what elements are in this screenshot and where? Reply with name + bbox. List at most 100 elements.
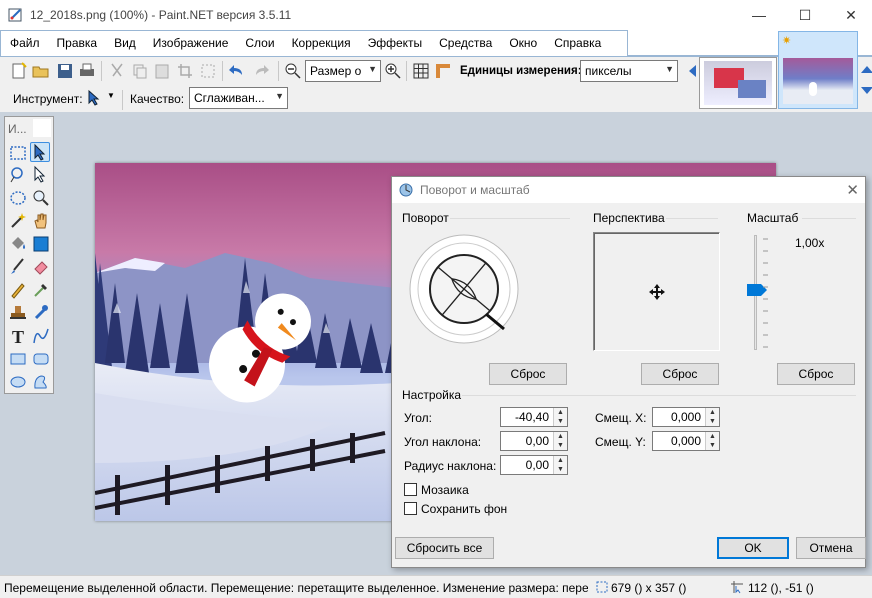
- divider: [802, 218, 856, 219]
- zoom-tool-icon[interactable]: [31, 188, 51, 208]
- offset-y-spinner-icon[interactable]: ▲ ▼: [705, 432, 719, 450]
- paint-bucket-tool-icon[interactable]: [8, 234, 28, 254]
- gradient-tool-icon[interactable]: [31, 234, 51, 254]
- offset-y-input[interactable]: 0,000 ▲ ▼: [652, 431, 720, 451]
- rectangle-tool-icon[interactable]: [8, 349, 28, 369]
- rulers-icon[interactable]: [434, 62, 452, 80]
- tile-label: Мозаика: [421, 483, 469, 497]
- radius-spinner-icon[interactable]: ▲ ▼: [553, 456, 567, 474]
- selection-size-icon: [596, 581, 608, 593]
- units-combo[interactable]: пикселы ▼: [580, 60, 678, 82]
- print-icon[interactable]: [78, 62, 96, 80]
- menu-edit[interactable]: Правка: [48, 31, 106, 50]
- scroll-down-icon[interactable]: [858, 80, 872, 98]
- status-message: Перемещение выделенной области. Перемеще…: [4, 581, 588, 595]
- tilt-angle-value: 0,00: [525, 434, 549, 448]
- menu-layers[interactable]: Слои: [236, 31, 282, 50]
- rotation-dial[interactable]: [408, 233, 520, 345]
- move-arrows-icon: [649, 284, 665, 300]
- menu-view[interactable]: Вид: [105, 31, 144, 50]
- minimize-button[interactable]: —: [736, 0, 782, 30]
- reset-all-button[interactable]: Сбросить все: [395, 537, 494, 559]
- toolbar-separator: [406, 61, 407, 81]
- move-selected-tool-icon[interactable]: [31, 165, 51, 185]
- tilt-radius-input[interactable]: 0,00 ▲ ▼: [500, 455, 568, 475]
- save-icon[interactable]: [56, 62, 74, 80]
- paintnet-app-icon: [8, 8, 22, 22]
- zoom-combo[interactable]: Размер о ▼: [305, 60, 381, 82]
- maximize-button[interactable]: ☐: [782, 0, 828, 30]
- quality-combo[interactable]: Сглаживан... ▼: [189, 87, 288, 109]
- offset-x-spinner-icon[interactable]: ▲ ▼: [705, 408, 719, 426]
- menu-help[interactable]: Справка: [545, 31, 609, 50]
- menu-image[interactable]: Изображение: [144, 31, 237, 50]
- reset-rotation-button[interactable]: Сброс: [489, 363, 567, 385]
- recolor-tool-icon[interactable]: [31, 303, 51, 323]
- rounded-rectangle-tool-icon[interactable]: [31, 349, 51, 369]
- open-folder-icon[interactable]: [32, 62, 50, 80]
- angle-spinner-icon[interactable]: ▲ ▼: [553, 408, 567, 426]
- text-tool-icon[interactable]: T: [8, 326, 28, 346]
- ellipse-select-tool-icon[interactable]: [8, 188, 28, 208]
- deselect-icon[interactable]: [199, 62, 217, 80]
- freeform-shape-tool-icon[interactable]: [31, 372, 51, 392]
- keep-background-checkbox[interactable]: [404, 502, 417, 515]
- eraser-tool-icon[interactable]: [31, 257, 51, 277]
- cut-icon[interactable]: [108, 62, 126, 80]
- cancel-button[interactable]: Отмена: [796, 537, 866, 559]
- move-selection-tool-icon[interactable]: [86, 89, 104, 107]
- pan-tool-icon[interactable]: [31, 211, 51, 231]
- lasso-select-tool-icon[interactable]: [8, 165, 28, 185]
- clone-stamp-tool-icon[interactable]: [8, 303, 28, 323]
- ellipse-tool-icon[interactable]: [8, 372, 28, 392]
- color-picker-tool-icon[interactable]: [31, 280, 51, 300]
- chevron-down-icon: ▼: [275, 91, 284, 101]
- tile-checkbox[interactable]: [404, 483, 417, 496]
- menu-effects[interactable]: Эффекты: [359, 31, 431, 50]
- reset-perspective-button[interactable]: Сброс: [641, 363, 719, 385]
- offset-x-input[interactable]: 0,000 ▲ ▼: [652, 407, 720, 427]
- zoom-out-icon[interactable]: [284, 62, 302, 80]
- dialog-title: Поворот и масштаб: [420, 183, 530, 197]
- zoom-in-icon[interactable]: [384, 62, 402, 80]
- tools-window-title: И...: [8, 122, 27, 136]
- menu-bar: Файл Правка Вид Изображение Слои Коррекция Эфф…: [0, 30, 628, 56]
- toolbar-separator: [278, 61, 279, 81]
- chevron-down-icon[interactable]: ▼: [107, 91, 115, 100]
- new-file-icon[interactable]: [10, 62, 28, 80]
- perspective-header: Перспектива: [593, 211, 665, 225]
- ok-button[interactable]: OK: [717, 537, 789, 559]
- crop-icon[interactable]: [176, 62, 194, 80]
- dialog-close-icon[interactable]: ✕: [846, 181, 859, 199]
- image-thumbnail-active[interactable]: ✷: [778, 31, 858, 109]
- grid-icon[interactable]: [412, 62, 430, 80]
- undo-icon[interactable]: [228, 62, 246, 80]
- tilt-spinner-icon[interactable]: ▲ ▼: [553, 432, 567, 450]
- scroll-up-icon[interactable]: [858, 62, 872, 80]
- menu-utilities[interactable]: Средства: [430, 31, 500, 50]
- toolbar-separator: [222, 61, 223, 81]
- redo-icon[interactable]: [252, 62, 270, 80]
- menu-adjustments[interactable]: Коррекция: [283, 31, 359, 50]
- copy-icon[interactable]: [131, 62, 149, 80]
- paintbrush-tool-icon[interactable]: [8, 257, 28, 277]
- tilt-angle-input[interactable]: 0,00 ▲ ▼: [500, 431, 568, 451]
- line-curve-tool-icon[interactable]: [31, 326, 51, 346]
- tools-close-area[interactable]: [33, 119, 51, 137]
- offset-x-value: 0,000: [670, 410, 701, 424]
- angle-input[interactable]: -40,40 ▲ ▼: [500, 407, 568, 427]
- tools-window: И... T: [4, 116, 54, 394]
- image-thumbnail-other[interactable]: [699, 57, 777, 109]
- chevron-down-icon: ▼: [665, 64, 674, 74]
- menu-file[interactable]: Файл: [1, 31, 48, 50]
- reset-scale-button[interactable]: Сброс: [777, 363, 855, 385]
- rectangle-select-tool-icon[interactable]: [8, 143, 28, 163]
- zoom-value: Размер о: [310, 64, 362, 78]
- menu-window[interactable]: Окно: [500, 31, 545, 50]
- pencil-tool-icon[interactable]: [8, 280, 28, 300]
- rotation-header: Поворот: [402, 211, 449, 225]
- magic-wand-tool-icon[interactable]: [8, 211, 28, 231]
- perspective-pad[interactable]: [593, 232, 720, 351]
- paste-icon[interactable]: [153, 62, 171, 80]
- close-button[interactable]: ✕: [828, 0, 872, 30]
